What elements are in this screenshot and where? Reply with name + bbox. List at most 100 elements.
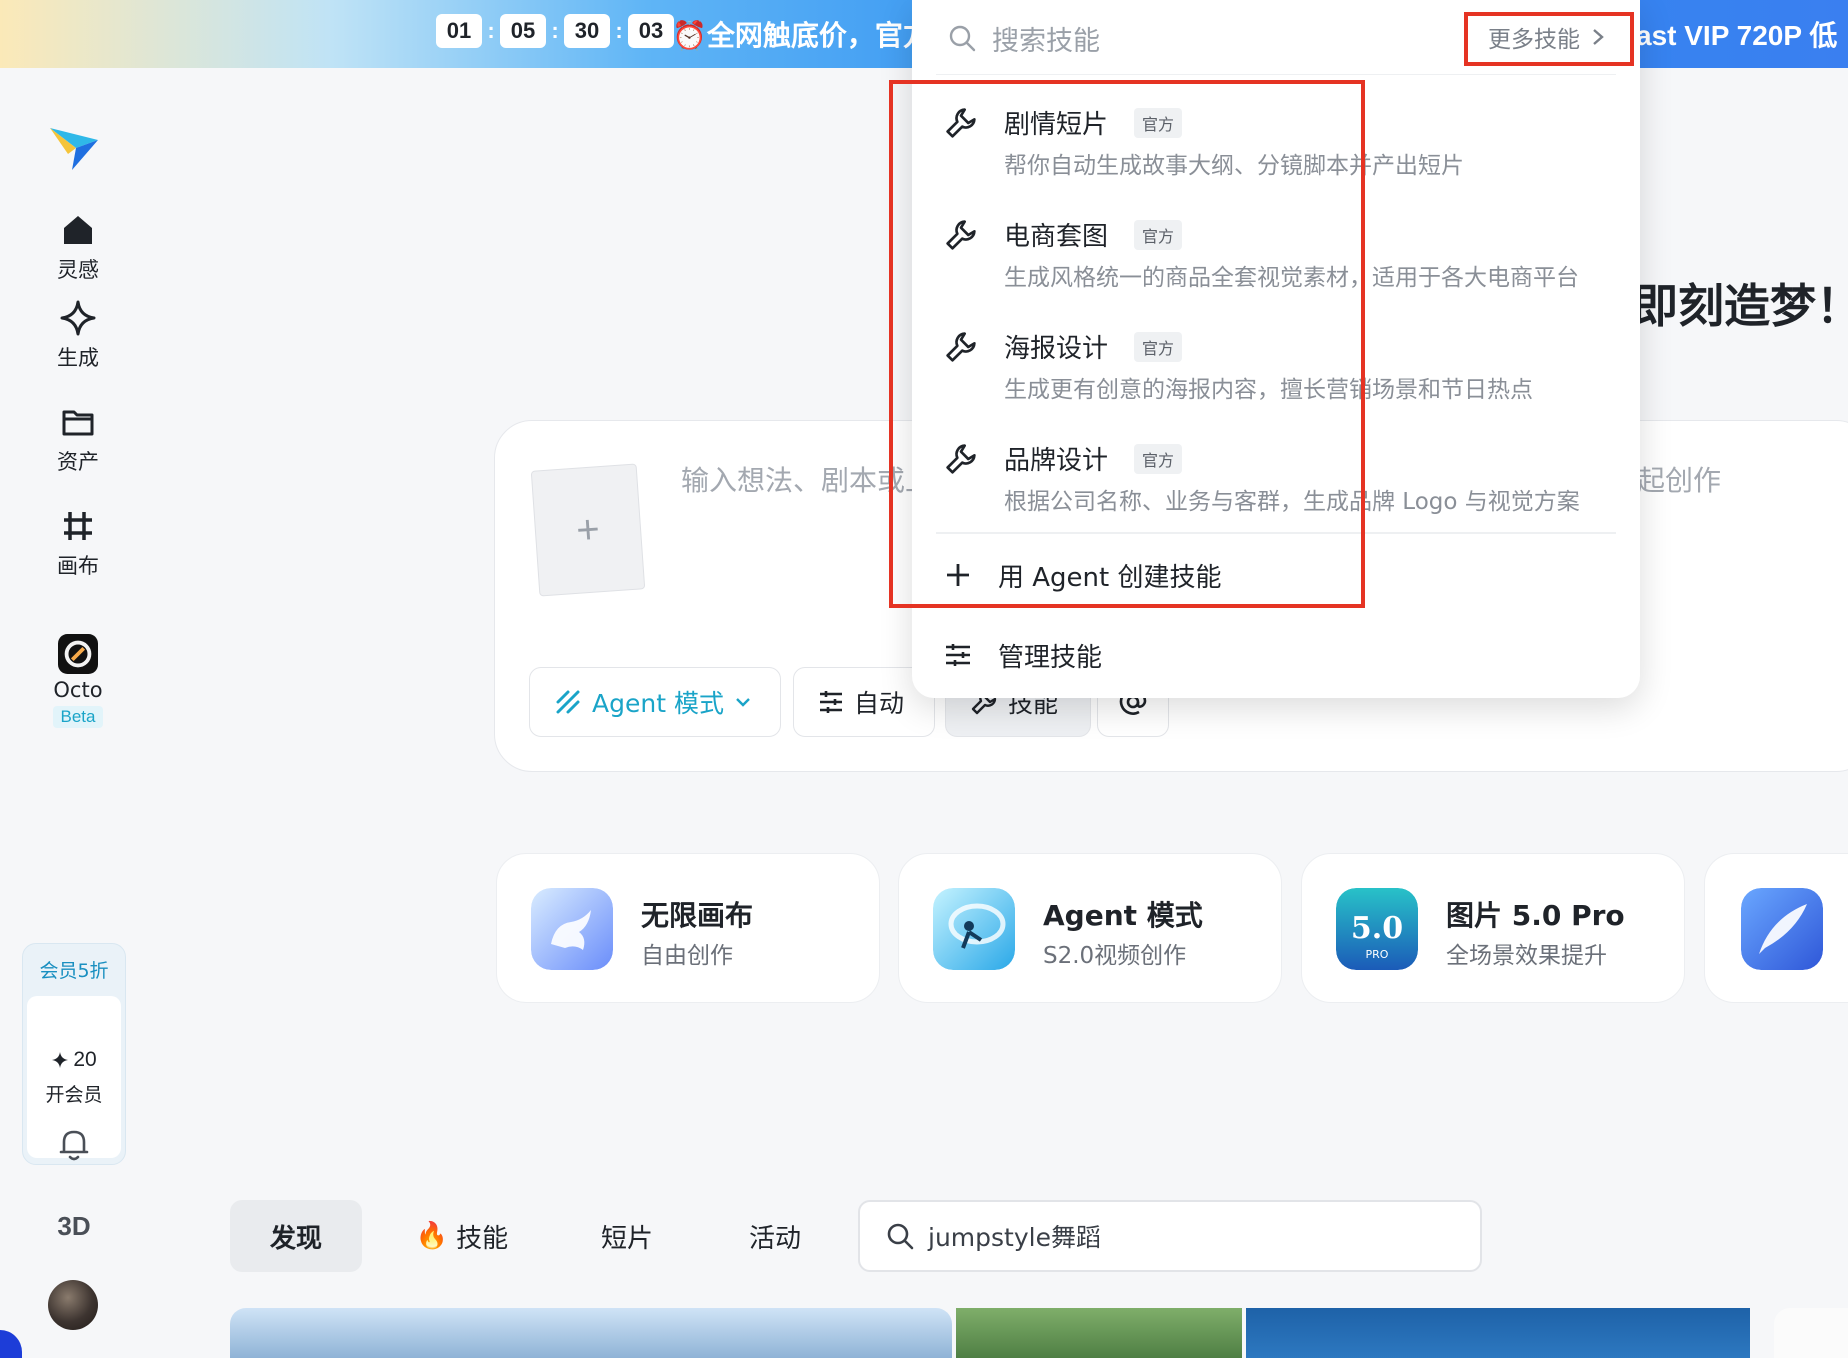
feature-card-image-5-pro[interactable]: 5.0 PRO 图片 5.0 Pro 全场景效果提升 <box>1301 853 1685 1003</box>
promo-text-right: ast VIP 720P 低 <box>1636 20 1838 51</box>
bell-icon[interactable] <box>54 1124 94 1164</box>
official-badge: 官方 <box>1134 220 1183 250</box>
manage-skills-button[interactable]: 管理技能 <box>944 633 1102 677</box>
agent-mode-icon <box>556 690 580 714</box>
divider <box>936 532 1616 534</box>
sidebar-item-octo[interactable]: Octo Beta <box>28 634 128 728</box>
feature-subtitle: 自由创作 <box>641 943 733 969</box>
octo-app-icon <box>58 634 98 674</box>
skill-item-ecommerce[interactable]: 电商套图 官方 生成风格统一的商品全套视觉素材，适用于各大电商平台 <box>944 208 1624 308</box>
wrench-icon <box>946 108 976 138</box>
open-membership-button[interactable]: 开会员 <box>45 1080 102 1107</box>
sidebar-item-label: Octo <box>53 678 103 702</box>
sidebar-item-label: 资产 <box>57 450 99 474</box>
star-icon <box>52 1051 69 1068</box>
feature-title: 无限画布 <box>641 899 754 932</box>
skill-search-input[interactable]: 搜索技能 <box>948 18 1100 58</box>
official-badge: 官方 <box>1134 332 1183 362</box>
skill-item-poster[interactable]: 海报设计 官方 生成更有创意的海报内容，擅长营销场景和节日热点 <box>944 320 1624 420</box>
credits-value: 20 <box>73 1047 97 1071</box>
gallery-thumbnail[interactable] <box>1246 1308 1750 1358</box>
feature-card-partial[interactable] <box>1704 853 1848 1003</box>
gallery-thumbnail[interactable] <box>956 1308 1242 1358</box>
wrench-icon <box>946 220 976 250</box>
tab-label: 发现 <box>269 1223 322 1254</box>
timer-cell: 05 <box>500 14 546 48</box>
skill-title: 电商套图 <box>1004 222 1109 252</box>
home-icon <box>58 210 98 250</box>
official-badge: 官方 <box>1134 444 1183 474</box>
tab-discover[interactable]: 发现 <box>230 1200 362 1272</box>
skill-item-short-drama[interactable]: 剧情短片 官方 帮你自动生成故事大纲、分镜脚本并产出短片 <box>944 96 1624 196</box>
tab-label: 活动 <box>748 1223 801 1254</box>
skill-description: 生成风格统一的商品全套视觉素材，适用于各大电商平台 <box>1004 265 1579 291</box>
sparkle-icon <box>58 298 98 338</box>
page-headline: 即刻造梦！ <box>1632 279 1848 333</box>
sidebar-item-label: 生成 <box>57 346 99 370</box>
upload-reference-button[interactable]: + <box>530 463 646 597</box>
create-skill-with-agent-button[interactable]: 用 Agent 创建技能 <box>944 553 1222 597</box>
agent-mode-dropdown[interactable]: Agent 模式 <box>529 667 781 737</box>
plus-icon <box>947 564 969 586</box>
timer-cell: 30 <box>564 14 610 48</box>
fire-icon: 🔥 <box>415 1221 449 1251</box>
chevron-right-icon <box>1593 29 1604 45</box>
app-logo-icon[interactable] <box>46 118 102 174</box>
timer-colon: : <box>551 18 559 43</box>
create-skill-label: 用 Agent 创建技能 <box>998 562 1222 593</box>
skill-description: 根据公司名称、业务与客群，生成品牌 Logo 与视觉方案 <box>1004 489 1580 515</box>
gallery-thumbnail[interactable] <box>230 1308 952 1358</box>
avatar[interactable] <box>48 1280 98 1330</box>
wrench-icon <box>946 444 976 474</box>
sidebar-item-inspiration[interactable]: 灵感 <box>28 210 128 284</box>
feature-card-infinite-canvas[interactable]: 无限画布 自由创作 <box>496 853 880 1003</box>
feature-subtitle: S2.0视频创作 <box>1043 943 1187 969</box>
prompt-input-tail: 起创作 <box>1637 464 1722 497</box>
skill-title: 剧情短片 <box>1004 110 1109 140</box>
search-icon <box>949 25 976 52</box>
official-badge: 官方 <box>1134 108 1183 138</box>
feature-title: 图片 5.0 Pro <box>1446 899 1625 932</box>
skill-title: 海报设计 <box>1004 334 1109 364</box>
skill-description: 生成更有创意的海报内容，擅长营销场景和节日热点 <box>1004 377 1533 403</box>
sidebar-item-assets[interactable]: 资产 <box>28 402 128 476</box>
skill-item-brand[interactable]: 品牌设计 官方 根据公司名称、业务与客群，生成品牌 Logo 与视觉方案 <box>944 432 1624 532</box>
feather-app-icon <box>1741 888 1823 970</box>
pegasus-app-icon <box>531 888 613 970</box>
manage-skills-label: 管理技能 <box>998 642 1103 673</box>
timer-colon: : <box>487 18 495 43</box>
sidebar: 灵感 生成 资产 画布 Octo Beta 会员5折 20 开会员 3D <box>0 68 156 1358</box>
tab-shorts[interactable]: 短片 <box>584 1200 670 1272</box>
more-skills-label: 更多技能 <box>1488 27 1580 53</box>
sliders-icon <box>820 691 842 713</box>
member-discount: 会员5折 <box>39 959 109 982</box>
tab-skills[interactable]: 🔥 技能 <box>402 1200 522 1272</box>
gallery-thumbnail[interactable] <box>1774 1308 1848 1358</box>
timer-cell: 03 <box>628 14 674 48</box>
3d-button[interactable]: 3D <box>46 1211 102 1242</box>
timer-colon: : <box>615 18 623 43</box>
wrench-icon <box>946 332 976 362</box>
sidebar-item-generate[interactable]: 生成 <box>28 298 128 372</box>
tab-label: 短片 <box>600 1223 653 1254</box>
sidebar-item-canvas[interactable]: 画布 <box>28 506 128 580</box>
skill-description: 帮你自动生成故事大纲、分镜脚本并产出短片 <box>1004 153 1464 179</box>
tab-events[interactable]: 活动 <box>732 1200 818 1272</box>
countdown-timer: 01 : 05 : 30 : 03 <box>436 14 674 48</box>
skill-search-placeholder: 搜索技能 <box>992 25 1100 57</box>
credits-count: 20 <box>51 1047 97 1072</box>
skill-dropdown: 搜索技能 更多技能 剧情短片 官方 帮你自动生成故事大纲、分镜脚本并产出短片 电… <box>912 0 1640 698</box>
feature-card-agent-mode[interactable]: Agent 模式 S2.0视频创作 <box>898 853 1282 1003</box>
timer-cell: 01 <box>436 14 482 48</box>
feature-title: Agent 模式 <box>1043 899 1203 932</box>
search-input[interactable]: jumpstyle舞蹈 <box>858 1200 1482 1272</box>
prompt-input[interactable]: 输入想法、剧本或上 <box>681 459 933 499</box>
sidebar-item-label: 灵感 <box>57 258 99 282</box>
agent-mode-label: Agent 模式 <box>592 689 724 718</box>
search-icon <box>887 1223 914 1250</box>
canvas-icon <box>58 506 98 546</box>
chevron-down-icon <box>736 698 750 707</box>
more-skills-link[interactable]: 更多技能 <box>1488 20 1606 54</box>
auto-label: 自动 <box>854 689 905 718</box>
skill-title: 品牌设计 <box>1004 446 1109 476</box>
